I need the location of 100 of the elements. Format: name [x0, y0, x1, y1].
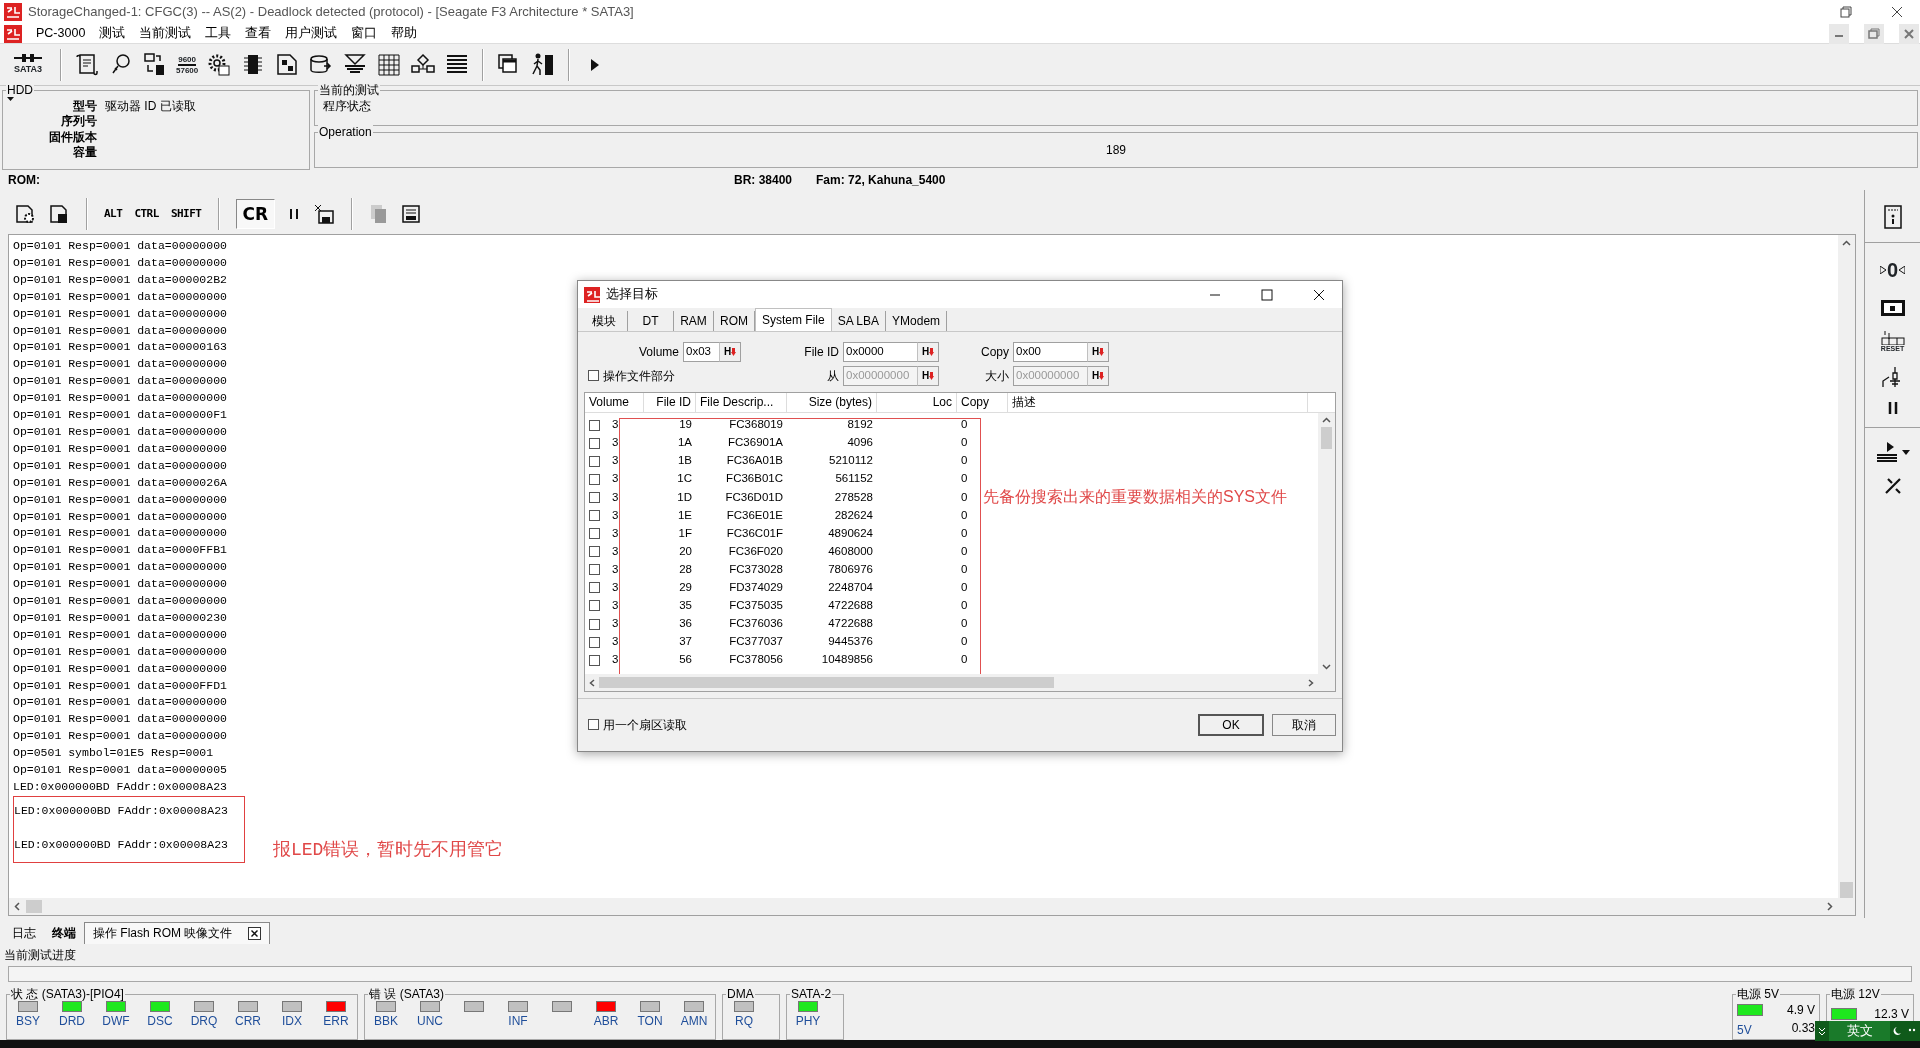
- ok-button[interactable]: OK: [1198, 714, 1264, 736]
- table-cell-text: FC368019: [728, 418, 784, 432]
- voltage-text: 12.3 V: [1874, 1006, 1909, 1022]
- gear-page-icon[interactable]: [14, 203, 36, 225]
- led-label: CRR: [235, 1014, 261, 1028]
- zero-button[interactable]: 0: [1879, 255, 1906, 285]
- checkbox[interactable]: [589, 491, 600, 503]
- moon-icon[interactable]: [1890, 1021, 1920, 1041]
- table-cell-text: 0: [960, 436, 969, 451]
- hex-button[interactable]: H: [1087, 342, 1109, 362]
- checkbox[interactable]: [589, 600, 600, 612]
- sata-button[interactable]: SATA3: [8, 52, 48, 77]
- cr-button[interactable]: CR: [235, 198, 276, 230]
- led-label: INF: [508, 1014, 528, 1028]
- checkbox[interactable]: [589, 419, 600, 431]
- led-label: DRD: [59, 1014, 85, 1028]
- checkbox[interactable]: [589, 618, 600, 630]
- menu-item[interactable]: 窗口: [351, 26, 378, 41]
- tab[interactable]: System File: [755, 308, 832, 331]
- disk-page-icon[interactable]: [48, 203, 70, 225]
- rom-label: ROM:: [8, 172, 40, 188]
- hex-button[interactable]: H: [719, 342, 741, 362]
- checkbox[interactable]: [589, 582, 600, 594]
- table-cell-text: 0: [960, 454, 969, 469]
- column-header[interactable]: Loc: [877, 393, 957, 412]
- restore-icon[interactable]: [1864, 23, 1884, 44]
- menu-item[interactable]: 帮助: [391, 26, 418, 41]
- column-header[interactable]: Volume: [585, 393, 644, 412]
- log-line: Op=0101 Resp=0001 data=00000000: [13, 322, 227, 339]
- grid-icon[interactable]: [376, 51, 403, 78]
- column-header[interactable]: File Descrip...: [696, 393, 787, 412]
- table-cell-text: 56: [678, 653, 693, 668]
- table-cell-text: 10489856: [820, 653, 874, 668]
- key-button[interactable]: ALT: [104, 207, 123, 221]
- checkbox[interactable]: [589, 654, 600, 666]
- scroll-icon[interactable]: [74, 51, 100, 78]
- checkbox[interactable]: [589, 473, 600, 485]
- led-label: UNC: [417, 1014, 443, 1028]
- checkbox[interactable]: [589, 636, 600, 648]
- log-line: Op=0101 Resp=0001 data=00000000: [13, 626, 227, 643]
- table-cell-text: 37: [678, 635, 693, 650]
- checkbox[interactable]: [589, 510, 600, 521]
- log-line: LED:0x000000BD FAddr:0x00008A23: [13, 779, 227, 795]
- table-cell-text: 0: [960, 508, 969, 523]
- minimize-icon[interactable]: [1829, 23, 1849, 44]
- log-line: Op=0101 Resp=0001 data=000002B2: [13, 271, 227, 288]
- chevron-icon[interactable]: [1815, 1021, 1829, 1041]
- column-header[interactable]: 描述: [1008, 393, 1308, 412]
- dialog-title: 选择目标: [606, 287, 658, 302]
- hex-input-field[interactable]: 0x03: [683, 342, 719, 362]
- table-cell: 3: [612, 454, 619, 469]
- field-label: 序列号: [60, 114, 97, 129]
- checkbox[interactable]: [588, 719, 599, 731]
- table-cell: 3: [612, 599, 619, 613]
- table-cell-text: 7806976: [827, 562, 874, 577]
- table-cell: 3: [612, 562, 619, 577]
- menu-item[interactable]: 查看: [245, 26, 272, 41]
- status-text: 程序状态: [323, 99, 371, 113]
- annotation-note: 报LED错误，暂时先不用管它: [273, 841, 504, 859]
- checkbox[interactable]: [588, 370, 599, 382]
- led-label: BBK: [374, 1014, 398, 1028]
- checkbox[interactable]: [589, 546, 600, 558]
- play-stack-icon[interactable]: [1875, 440, 1898, 464]
- checkbox-label: 用一个扇区读取: [603, 717, 687, 733]
- menu-item[interactable]: 工具: [205, 26, 232, 41]
- marker-right-icon: [1899, 266, 1906, 274]
- checkbox-label: 操作文件部分: [603, 368, 675, 384]
- column-header[interactable]: Copy: [957, 393, 1008, 412]
- checkbox[interactable]: [589, 437, 600, 449]
- column-header[interactable]: Size (bytes): [787, 393, 877, 412]
- table-cell-text: FD374029: [728, 581, 784, 595]
- hex-input-field[interactable]: 0x0000: [843, 342, 917, 362]
- column-header[interactable]: File ID: [644, 393, 696, 412]
- table-cell: 3: [612, 490, 619, 505]
- key-button[interactable]: CTRL: [134, 207, 159, 221]
- led-label: TON: [637, 1014, 663, 1028]
- checkbox[interactable]: [589, 564, 600, 576]
- board-icon[interactable]: [1878, 297, 1907, 319]
- checkbox[interactable]: [589, 455, 600, 467]
- table-cell-text: 1B: [676, 454, 693, 469]
- ime-bar[interactable]: 英文: [1815, 1021, 1920, 1041]
- menu-item[interactable]: 用户测试: [285, 26, 338, 41]
- cancel-button[interactable]: 取消: [1272, 714, 1336, 736]
- field-label: File ID: [803, 344, 840, 360]
- menu-item[interactable]: PC-3000: [36, 26, 86, 41]
- hex-button[interactable]: H: [917, 342, 939, 362]
- hex-input-field[interactable]: 0x00: [1013, 342, 1087, 362]
- log-line: Op=0101 Resp=0001 data=00000000: [13, 288, 227, 305]
- log-line: Op=0101 Resp=0001 data=00000000: [13, 728, 227, 745]
- close-icon[interactable]: [248, 927, 262, 940]
- checkbox[interactable]: [589, 528, 600, 540]
- key-button[interactable]: SHIFT: [170, 207, 202, 221]
- menu-item[interactable]: 测试: [99, 26, 126, 41]
- dropdown-icon[interactable]: [1901, 449, 1910, 455]
- voltage-text: 4.9 V: [1786, 1002, 1815, 1018]
- disk-delete-icon[interactable]: [313, 203, 336, 225]
- menu-item[interactable]: 当前测试: [139, 26, 192, 41]
- baud-rate-button[interactable]: 9600 57600: [176, 54, 199, 75]
- tab[interactable]: 操作 Flash ROM 映像文件: [84, 922, 271, 944]
- table-cell-text: FC36901A: [727, 436, 784, 451]
